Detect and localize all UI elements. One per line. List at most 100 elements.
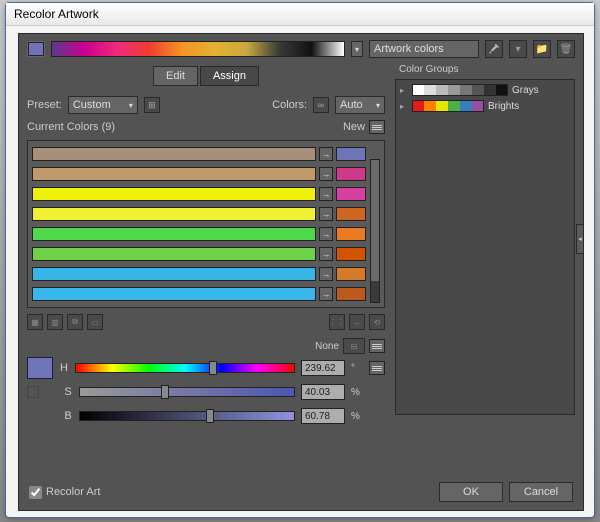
- new-color-swatch[interactable]: [336, 227, 366, 241]
- out-of-gamut-icon[interactable]: [27, 386, 39, 398]
- preset-label: Preset:: [27, 99, 62, 111]
- footer-row: Recolor Art OK Cancel: [29, 482, 573, 502]
- color-group-name: Grays: [512, 85, 539, 96]
- merge-icon[interactable]: ▦: [27, 314, 43, 330]
- b-value[interactable]: 60.78: [301, 408, 345, 424]
- recolor-art-label: Recolor Art: [46, 486, 100, 498]
- assign-arrow-icon[interactable]: →: [319, 207, 333, 221]
- new-color-swatch[interactable]: [336, 147, 366, 161]
- ok-button[interactable]: OK: [439, 482, 503, 502]
- tab-edit[interactable]: Edit: [153, 66, 198, 86]
- b-slider[interactable]: [79, 411, 295, 421]
- assign-arrow-icon[interactable]: →: [319, 167, 333, 181]
- color-row[interactable]: →: [32, 265, 366, 283]
- link-colors-icon[interactable]: ∞: [313, 97, 329, 113]
- main-panel: ▾ Artwork colors ▾ 📁 🗑 Edit Assign Prese…: [18, 33, 584, 511]
- color-group-select-label: Artwork colors: [374, 43, 444, 55]
- find-icon[interactable]: ⋮⋮: [329, 314, 345, 330]
- new-color-swatch[interactable]: [336, 267, 366, 281]
- color-group-swatches: [412, 84, 508, 96]
- save-group-icon[interactable]: ▾: [509, 40, 527, 58]
- disclosure-triangle-icon[interactable]: ▸: [400, 102, 408, 111]
- color-group-item[interactable]: ▸ Brights: [400, 100, 570, 112]
- current-color-bar[interactable]: [32, 147, 316, 161]
- current-color-bar[interactable]: [32, 187, 316, 201]
- current-color-bar[interactable]: [32, 267, 316, 281]
- new-color-swatch[interactable]: [336, 167, 366, 181]
- assign-arrow-icon[interactable]: →: [319, 287, 333, 301]
- trash-icon[interactable]: 🗑: [557, 40, 575, 58]
- preset-options-icon[interactable]: ⊞: [144, 97, 160, 113]
- window-title: Recolor Artwork: [14, 7, 99, 21]
- s-slider[interactable]: [79, 387, 295, 397]
- top-row: ▾ Artwork colors ▾ 📁 🗑: [19, 34, 583, 64]
- new-color-swatch[interactable]: [336, 207, 366, 221]
- current-color-bar[interactable]: [32, 247, 316, 261]
- randomize-icon[interactable]: ⟲: [369, 314, 385, 330]
- scrollbar-thumb[interactable]: [371, 160, 379, 281]
- preset-select[interactable]: Custom▾: [68, 96, 138, 114]
- hsb-swatch[interactable]: [27, 357, 53, 379]
- color-row[interactable]: →: [32, 165, 366, 183]
- color-row[interactable]: →: [32, 205, 366, 223]
- new-colors-header: New: [343, 121, 365, 133]
- recolor-art-checkbox[interactable]: [29, 486, 42, 499]
- gradient-dropdown-arrow[interactable]: ▾: [351, 41, 363, 57]
- h-label: H: [59, 362, 69, 374]
- h-slider[interactable]: [75, 363, 295, 373]
- artwork-gradient-strip[interactable]: [51, 41, 345, 57]
- collapse-toggle-icon[interactable]: ◂: [576, 224, 584, 254]
- disclosure-triangle-icon[interactable]: ▸: [400, 86, 408, 95]
- colors-select[interactable]: Auto▾: [335, 96, 385, 114]
- separate-icon[interactable]: ▥: [47, 314, 63, 330]
- cancel-button[interactable]: Cancel: [509, 482, 573, 502]
- color-row[interactable]: →: [32, 185, 366, 203]
- color-rows: → → → → → → → →: [32, 145, 380, 303]
- color-row[interactable]: →: [32, 245, 366, 263]
- new-color-swatch[interactable]: [336, 287, 366, 301]
- eyedropper-icon[interactable]: [485, 40, 503, 58]
- list-scrollbar[interactable]: [370, 159, 380, 303]
- list-toolbar: ▦ ▥ ⧉ ▭ ⋮⋮ ↔ ⟲: [27, 314, 385, 330]
- color-group-select[interactable]: Artwork colors: [369, 40, 479, 58]
- color-row[interactable]: →: [32, 225, 366, 243]
- exclude-icon[interactable]: ⧉: [67, 314, 83, 330]
- current-color-bar[interactable]: [32, 167, 316, 181]
- b-slider-thumb[interactable]: [206, 409, 214, 423]
- folder-icon[interactable]: 📁: [533, 40, 551, 58]
- color-row[interactable]: →: [32, 285, 366, 303]
- colors-flyout-icon[interactable]: [369, 120, 385, 134]
- none-label: None: [315, 341, 339, 352]
- color-groups-list: ▸ Grays ▸ Brights: [395, 79, 575, 415]
- assign-arrow-icon[interactable]: →: [319, 247, 333, 261]
- assign-arrow-icon[interactable]: →: [319, 147, 333, 161]
- b-unit: %: [351, 411, 363, 422]
- color-row[interactable]: →: [32, 145, 366, 163]
- assign-arrow-icon[interactable]: →: [319, 187, 333, 201]
- preset-value: Custom: [73, 99, 111, 111]
- dialog-window: Recolor Artwork ▾ Artwork colors ▾ 📁 🗑 E…: [5, 2, 595, 518]
- titlebar[interactable]: Recolor Artwork: [6, 3, 594, 26]
- current-color-bar[interactable]: [32, 207, 316, 221]
- current-color-bar[interactable]: [32, 227, 316, 241]
- new-row-icon[interactable]: ▭: [87, 314, 103, 330]
- s-value[interactable]: 40.03: [301, 384, 345, 400]
- hsb-panel: None ⊟ H 239.62 °: [27, 338, 385, 430]
- current-color-bar[interactable]: [32, 287, 316, 301]
- tab-assign[interactable]: Assign: [200, 66, 259, 86]
- active-color-swatch[interactable]: [27, 41, 45, 57]
- sort-icon[interactable]: ↔: [349, 314, 365, 330]
- s-unit: %: [351, 387, 363, 398]
- color-mode-icon[interactable]: ⊟: [343, 338, 365, 354]
- assign-arrow-icon[interactable]: →: [319, 267, 333, 281]
- color-assign-list: → → → → → → → →: [27, 140, 385, 308]
- new-color-swatch[interactable]: [336, 187, 366, 201]
- assign-arrow-icon[interactable]: →: [319, 227, 333, 241]
- new-color-swatch[interactable]: [336, 247, 366, 261]
- h-value[interactable]: 239.62: [301, 360, 345, 376]
- h-slider-thumb[interactable]: [209, 361, 217, 375]
- colorspace-flyout-icon[interactable]: [369, 361, 385, 375]
- color-group-item[interactable]: ▸ Grays: [400, 84, 570, 96]
- hsb-flyout-icon[interactable]: [369, 339, 385, 353]
- s-slider-thumb[interactable]: [161, 385, 169, 399]
